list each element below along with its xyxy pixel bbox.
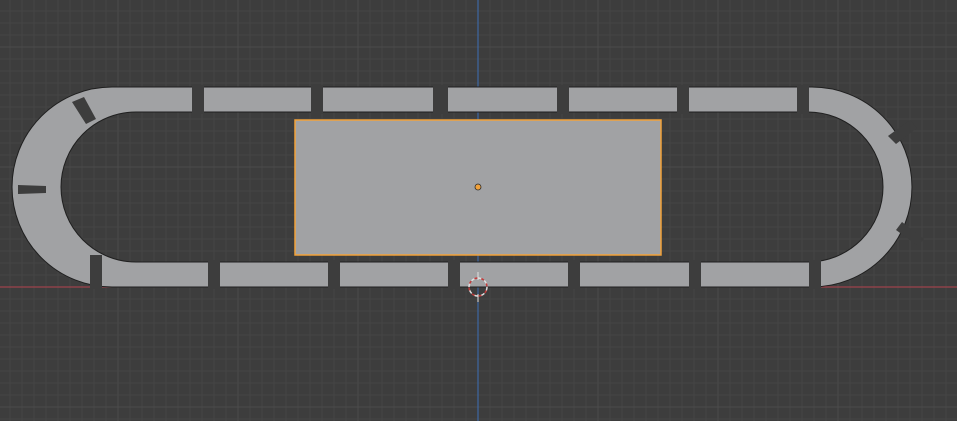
segment-gap (192, 85, 204, 114)
segment-gap (689, 260, 701, 289)
segment-gap (797, 85, 809, 114)
segment-gap (433, 85, 448, 114)
segment-gap (328, 260, 340, 289)
segment-gap (568, 260, 580, 289)
segment-gap (208, 260, 220, 289)
segment-gap (448, 260, 460, 289)
segment-gap (809, 260, 821, 289)
segment-gap (677, 85, 689, 114)
object-origin-dot (474, 183, 482, 191)
segment-gap (18, 185, 46, 194)
segment-gap (557, 85, 569, 114)
segment-gap (311, 85, 323, 114)
viewport-canvas[interactable] (0, 0, 957, 421)
3d-viewport[interactable] (0, 0, 957, 421)
segment-gap (90, 255, 102, 289)
